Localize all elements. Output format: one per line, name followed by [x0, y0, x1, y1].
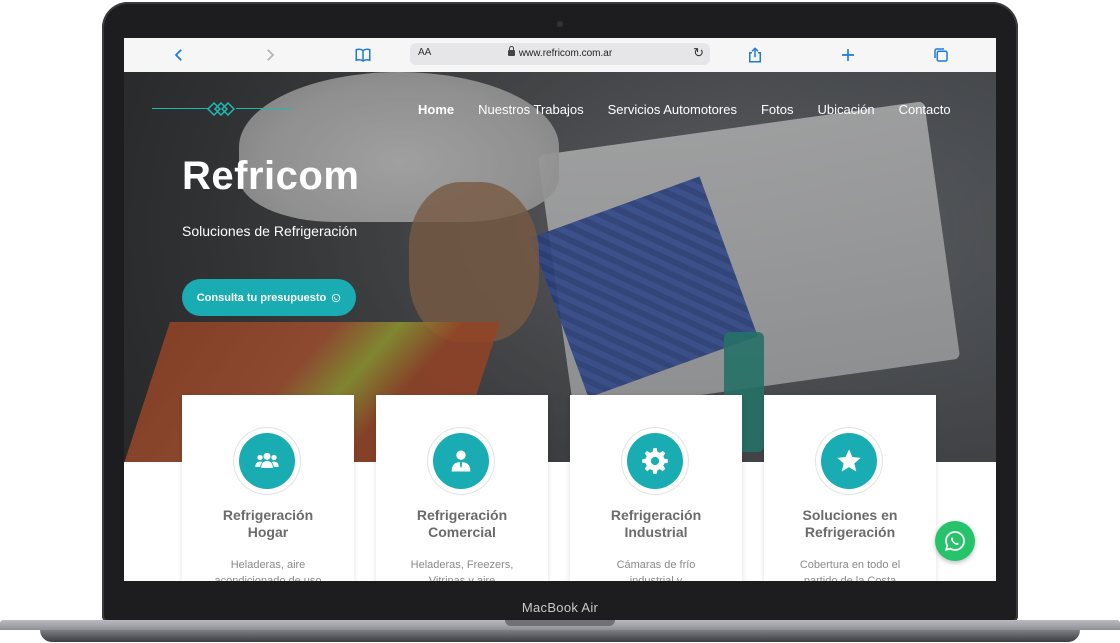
nav-ubicacion[interactable]: Ubicación: [805, 102, 886, 117]
hero-tagline: Soluciones de Refrigeración: [182, 223, 358, 239]
nav-servicios-automotores[interactable]: Servicios Automotores: [596, 102, 749, 117]
card-desc-line: Heladeras, Freezers,: [410, 559, 514, 571]
url-text: www.refricom.com.ar: [518, 48, 613, 59]
nav-fotos[interactable]: Fotos: [749, 102, 806, 117]
quote-button[interactable]: Consulta tu presupuesto: [182, 279, 356, 316]
address-bar[interactable]: AA www.refricom.com.ar ↻: [410, 43, 710, 65]
laptop-base: [0, 620, 1120, 642]
site-logo[interactable]: [152, 102, 292, 116]
card-title-line: Soluciones en: [802, 507, 898, 523]
whatsapp-icon: [945, 531, 965, 551]
card-desc-line: partido de la Costa: [803, 575, 897, 581]
service-card-comercial[interactable]: Refrigeración Comercial Heladeras, Freez…: [376, 395, 548, 581]
share-icon[interactable]: [744, 44, 766, 66]
star-icon: [821, 433, 877, 489]
card-title-line: Industrial: [624, 524, 688, 540]
card-title-line: Refrigeración: [804, 524, 896, 540]
card-title-line: Comercial: [428, 524, 496, 540]
card-title-line: Hogar: [247, 524, 289, 540]
users-icon: [239, 433, 295, 489]
card-desc-line: industrial y: [629, 575, 683, 581]
browser-toolbar: AA www.refricom.com.ar ↻: [124, 38, 996, 73]
diamond-logo-icon: [206, 102, 236, 116]
whatsapp-icon: [332, 293, 341, 302]
card-desc-line: Vitrinas y aire: [428, 575, 496, 581]
nav-contacto[interactable]: Contacto: [887, 102, 963, 117]
card-desc-line: acondicionado de uso: [214, 575, 322, 581]
new-tab-icon[interactable]: [837, 44, 859, 66]
hero-title: Refricom: [182, 154, 360, 198]
device-label: MacBook Air: [521, 600, 599, 615]
lock-icon: [507, 46, 515, 56]
browser-screen: AA www.refricom.com.ar ↻ Home Nuestros T…: [124, 38, 996, 581]
whatsapp-float-button[interactable]: [935, 521, 975, 561]
main-nav: Home Nuestros Trabajos Servicios Automot…: [406, 102, 963, 117]
card-title-line: Refrigeración: [610, 507, 702, 523]
service-card-industrial[interactable]: Refrigeración Industrial Cámaras de frío…: [570, 395, 742, 581]
nav-nuestros-trabajos[interactable]: Nuestros Trabajos: [466, 102, 596, 117]
card-desc-line: Cámaras de frío: [616, 559, 696, 571]
quote-button-label: Consulta tu presupuesto: [196, 291, 327, 304]
back-icon[interactable]: [168, 44, 190, 66]
card-desc-line: Cobertura en todo el: [799, 559, 901, 571]
camera: [557, 21, 563, 27]
business-person-icon: [433, 433, 489, 489]
card-desc-line: Heladeras, aire: [230, 559, 306, 571]
service-card-hogar[interactable]: Refrigeración Hogar Heladeras, aire acon…: [182, 395, 354, 581]
forward-icon[interactable]: [259, 44, 281, 66]
nav-home[interactable]: Home: [406, 102, 466, 117]
tabs-overview-icon[interactable]: [930, 44, 952, 66]
reload-icon[interactable]: ↻: [693, 45, 704, 61]
card-title-line: Refrigeración: [416, 507, 508, 523]
bookmarks-icon[interactable]: [352, 44, 374, 66]
gear-icon: [627, 433, 683, 489]
card-title-line: Refrigeración: [222, 507, 314, 523]
service-card-soluciones[interactable]: Soluciones en Refrigeración Cobertura en…: [764, 395, 936, 581]
